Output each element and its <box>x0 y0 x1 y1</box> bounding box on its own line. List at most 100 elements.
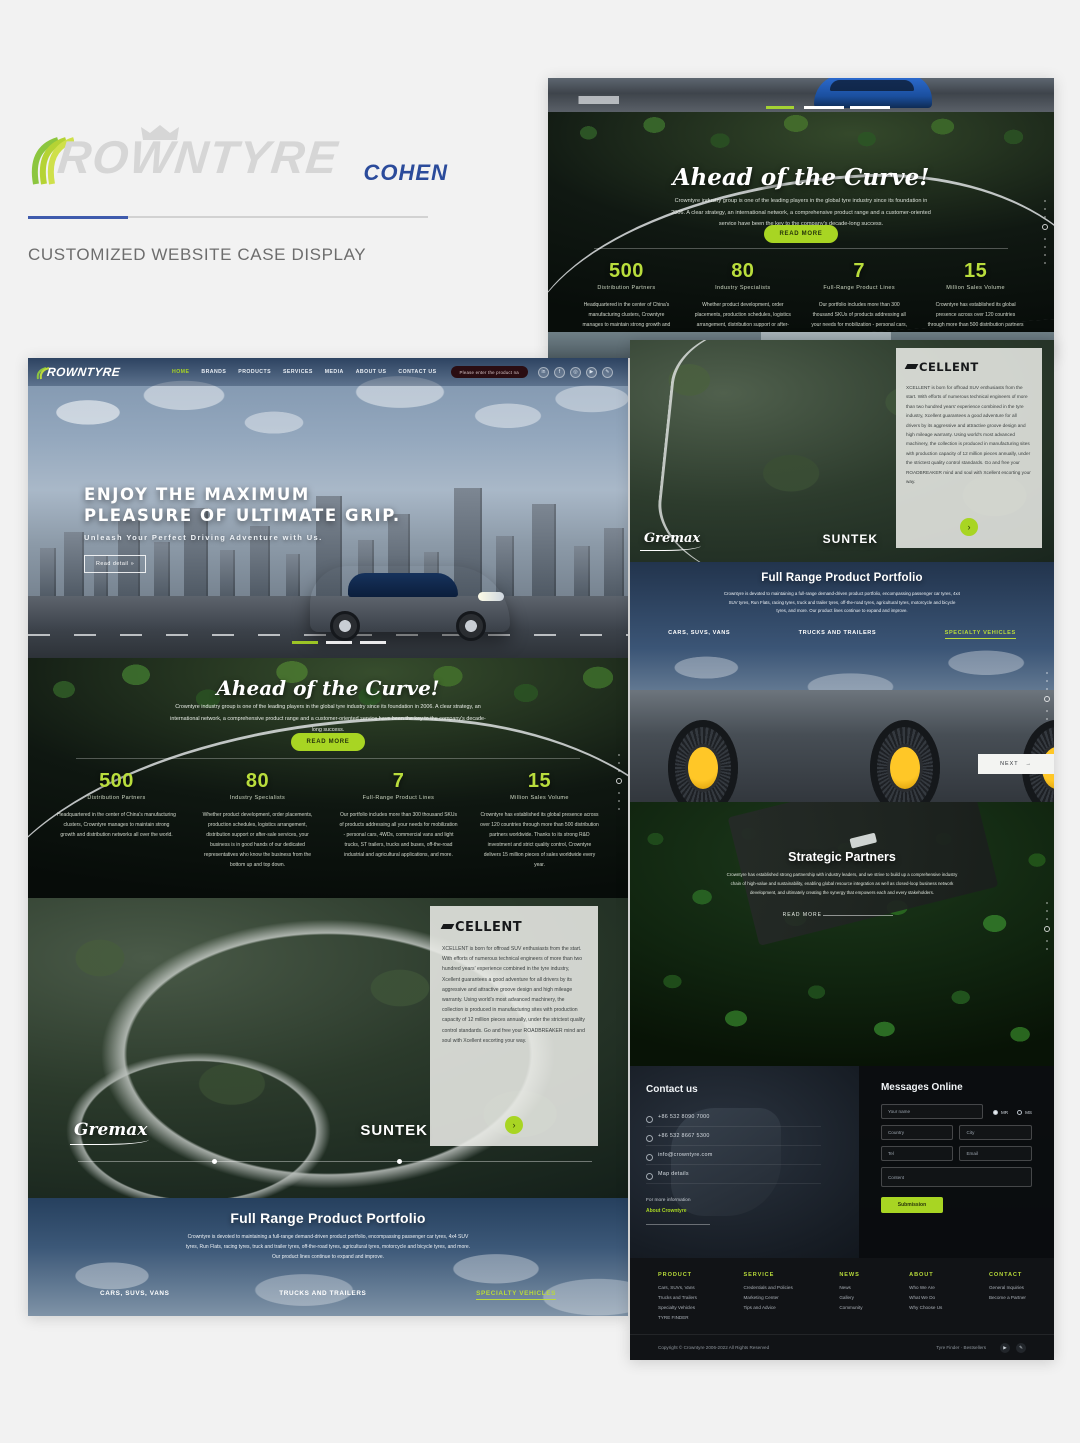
nav-item-brands[interactable]: BRANDS <box>201 369 226 375</box>
tab-trucks-and-trailers[interactable]: TRUCKS AND TRAILERS <box>279 1290 366 1300</box>
footer-link[interactable]: Credentials and Policies <box>743 1285 792 1290</box>
stat-number: 80 <box>245 770 270 792</box>
footer-link[interactable]: Become a Partner <box>989 1295 1026 1300</box>
nav-item-contact-us[interactable]: CONTACT US <box>398 369 436 375</box>
xcellent-description: XCELLENT is born for offroad SUV enthusi… <box>442 946 585 1044</box>
footer-link[interactable]: TYRE FINDER <box>658 1315 697 1320</box>
panelA-read-more-button[interactable]: READ MORE <box>763 225 839 243</box>
gender-mr-label: MR <box>1000 1109 1009 1115</box>
website-mock-main: ENJOY THE MAXIMUM PLEASURE OF ULTIMATE G… <box>28 358 628 1316</box>
stat-item: 15 Million Sales Volume Crowntyre has es… <box>469 770 610 870</box>
contact-more-link[interactable]: About Crowntyre <box>646 1208 691 1214</box>
tab-specialty-vehicles[interactable]: SPECIALTY VEHICLES <box>476 1290 556 1300</box>
country-input[interactable]: Country <box>880 1125 954 1140</box>
hero-subtitle: Unleash Your Perfect Driving Adventure w… <box>84 533 323 543</box>
partners-rail[interactable] <box>1044 902 1050 972</box>
hero-read-detail-button[interactable]: Read detail » <box>84 555 147 574</box>
hero-title-line2: PLEASURE OF ULTIMATE GRIP. <box>84 506 401 526</box>
linkedin-icon[interactable]: in <box>537 366 549 378</box>
xcellent-slash-icon <box>440 924 455 929</box>
nav-item-services[interactable]: SERVICES <box>283 369 313 375</box>
submit-button[interactable]: Submission <box>880 1197 943 1213</box>
footer-link[interactable]: Community <box>839 1305 862 1310</box>
right-portfolio-rail[interactable] <box>1044 672 1050 742</box>
tyre-image <box>668 720 738 802</box>
tel-input[interactable]: Tel <box>880 1146 954 1161</box>
footer-link[interactable]: Who We Are <box>909 1285 942 1290</box>
instagram-icon[interactable]: ◎ <box>569 366 581 378</box>
gender-mr[interactable]: MR <box>992 1109 1009 1115</box>
right-gremax-logo[interactable]: Gremax <box>639 531 701 551</box>
tab-cars-suvs-vans[interactable]: CARS, SUVS, VANS <box>100 1290 170 1300</box>
footer-link[interactable]: What We Do <box>909 1295 942 1300</box>
footer-link[interactable]: Why Choose Us <box>909 1305 942 1310</box>
suntek-logo[interactable]: SUNTEK <box>360 1122 428 1139</box>
contact-map-details[interactable]: Map details <box>646 1165 821 1184</box>
footer-link[interactable]: Specialty Vehicles <box>658 1305 697 1310</box>
nav-item-about-us[interactable]: ABOUT US <box>356 369 387 375</box>
right-tab-specialty-vehicles[interactable]: SPECIALTY VEHICLES <box>944 630 1016 639</box>
right-xcellent-next-button[interactable]: › <box>960 518 978 536</box>
panelA-slider-dots[interactable] <box>766 106 896 109</box>
right-tab-cars-suvs-vans[interactable]: CARS, SUVS, VANS <box>668 630 730 639</box>
panelA-car-image <box>814 78 932 108</box>
contact-section: Contact us +86 532 8090 7000 +86 532 866… <box>630 1066 1054 1258</box>
content-input[interactable]: Content <box>880 1167 1032 1187</box>
contact-icon[interactable]: ✎ <box>601 366 613 378</box>
name-input[interactable]: Your name <box>880 1104 983 1119</box>
nav-item-products[interactable]: PRODUCTS <box>238 369 271 375</box>
stat-item: 7 Full-Range Product Lines Our portfolio… <box>328 770 469 870</box>
contact-phone-2[interactable]: +86 532 8667 5300 <box>646 1127 821 1146</box>
contact-icon[interactable]: ✎ <box>1016 1342 1026 1353</box>
stat-number: 15 <box>963 260 988 282</box>
nav-item-home[interactable]: HOME <box>172 369 189 375</box>
curve-read-more-button[interactable]: READ MORE <box>290 733 366 751</box>
footer-link[interactable]: Gallery <box>839 1295 862 1300</box>
strategic-partners-section: Strategic Partners Crowntyre has establi… <box>630 802 1054 1066</box>
gender-ms[interactable]: MS <box>1017 1109 1032 1115</box>
footer-link[interactable]: Trucks and Trailers <box>658 1295 697 1300</box>
product-search-input[interactable]: Please enter the product na <box>450 366 528 378</box>
facebook-icon[interactable]: f <box>553 366 565 378</box>
right-winding-road <box>650 340 932 562</box>
footer-link[interactable]: Tips and Advice <box>743 1305 792 1310</box>
city-input[interactable]: City <box>959 1125 1032 1140</box>
right-suntek-logo[interactable]: SUNTEK <box>823 532 878 546</box>
footer-link[interactable]: Marketing Center <box>743 1295 792 1300</box>
right-tab-trucks-and-trailers[interactable]: TRUCKS AND TRAILERS <box>799 630 877 639</box>
nav-logo[interactable]: ROWNTYRE <box>36 364 128 381</box>
partners-read-more-button[interactable]: READ MORE <box>783 912 895 918</box>
email-input[interactable]: Email <box>959 1146 1032 1161</box>
stat-number: 15 <box>527 770 552 792</box>
brand-carousel-line[interactable] <box>78 1159 592 1164</box>
branding-header: ROWNTYRE COHEN <box>28 125 448 192</box>
car-cabin <box>348 573 458 597</box>
youtube-icon[interactable]: ▶ <box>585 366 597 378</box>
footer-link[interactable]: General Inquiries <box>989 1285 1026 1290</box>
hero-car-image <box>310 566 510 641</box>
curve-scroll-rail[interactable] <box>616 754 622 824</box>
youtube-icon[interactable]: ▶ <box>1000 1342 1010 1353</box>
footer-quick-links[interactable]: Tyre Finder · Bestsellers <box>936 1345 986 1350</box>
portfolio-title: Full Range Product Portfolio <box>230 1210 426 1226</box>
footer-link[interactable]: Cars, SUVs, Vans <box>658 1285 697 1290</box>
nav-logo-text: ROWNTYRE <box>46 364 121 379</box>
gender-ms-label: MS <box>1025 1109 1032 1115</box>
gremax-logo[interactable]: Gremax <box>69 1120 150 1145</box>
footer-column-service: SERVICE Credentials and Policies Marketi… <box>743 1272 792 1325</box>
website-mock-right: CELLENT XCELLENT is born for offroad SUV… <box>630 340 1054 1360</box>
panelA-readmore-wrap: READ MORE <box>548 222 1054 243</box>
footer-link[interactable]: News <box>839 1285 862 1290</box>
panelA-scroll-rail[interactable] <box>1042 200 1048 270</box>
portfolio-next-button[interactable]: NEXT → <box>978 754 1054 774</box>
contact-phone-1[interactable]: +86 532 8090 7000 <box>646 1108 821 1127</box>
xcellent-next-button[interactable]: › <box>505 1116 523 1134</box>
nav-item-media[interactable]: MEDIA <box>325 369 344 375</box>
messages-online-form: Messages Online Your name MR MS Country … <box>858 1066 1054 1258</box>
stat-item: 500 Distribution Partners Headquartered … <box>46 770 187 870</box>
hero-slider-dots[interactable] <box>292 641 386 644</box>
contact-email[interactable]: info@crowntyre.com <box>646 1146 821 1165</box>
footer-heading: PRODUCT <box>658 1272 692 1278</box>
curve-divider <box>76 758 580 759</box>
page-subtitle: CUSTOMIZED WEBSITE CASE DISPLAY <box>28 245 367 264</box>
